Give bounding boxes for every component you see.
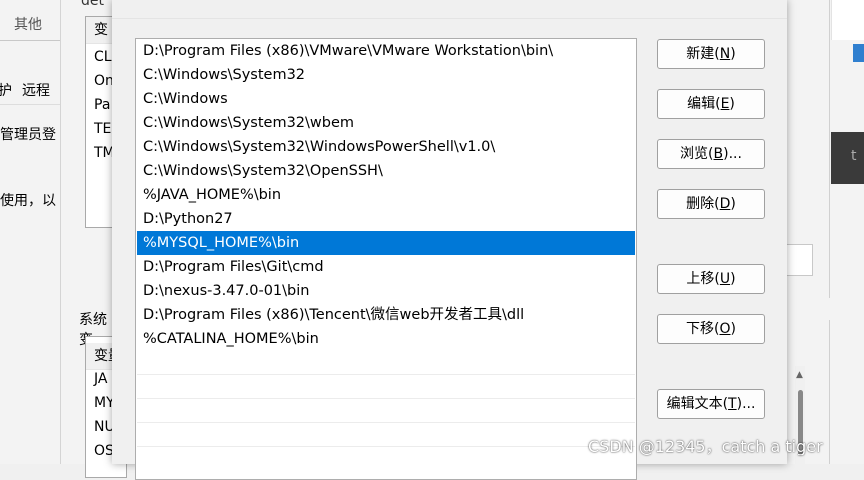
background-window-left: 其他 护 远程 管理员登 使用，以 bbox=[0, 0, 60, 464]
path-entry[interactable]: D:\Program Files\Git\cmd bbox=[137, 255, 635, 279]
user-var-row[interactable]: CL bbox=[94, 49, 112, 65]
dialog-top-band bbox=[112, 0, 787, 19]
path-entry[interactable]: D:\Python27 bbox=[137, 207, 635, 231]
move-up-button[interactable]: 上移(U) bbox=[657, 264, 765, 294]
path-list[interactable]: D:\Program Files (x86)\VMware\VMware Wor… bbox=[135, 38, 637, 480]
empty-row[interactable] bbox=[137, 423, 635, 447]
env-vars-window-fragment: det 变 CL On Pa TE TM 系统变 变量 JA MY NU OS bbox=[60, 0, 134, 478]
path-entry[interactable]: C:\Windows\System32\OpenSSH\ bbox=[137, 159, 635, 183]
move-down-button[interactable]: 下移(O) bbox=[657, 314, 765, 344]
delete-button[interactable]: 删除(D) bbox=[657, 189, 765, 219]
browse-button[interactable]: 浏览(B)... bbox=[657, 139, 765, 169]
path-entry[interactable]: C:\Windows\System32 bbox=[137, 63, 635, 87]
usage-text-fragment: 使用，以 bbox=[0, 193, 56, 209]
dark-panel-fragment: t bbox=[831, 132, 864, 184]
csdn-watermark: CSDN @12345，catch a tiger bbox=[588, 437, 823, 456]
path-entry[interactable]: C:\Windows\System32\wbem bbox=[137, 111, 635, 135]
system-var-row[interactable]: OS bbox=[94, 443, 114, 459]
user-var-row[interactable]: TE bbox=[94, 121, 111, 137]
edit-text-button[interactable]: 编辑文本(T)... bbox=[657, 389, 765, 419]
new-button[interactable]: 新建(N) bbox=[657, 39, 765, 69]
empty-row[interactable] bbox=[137, 399, 635, 423]
path-entry[interactable]: D:\nexus-3.47.0-01\bin bbox=[137, 279, 635, 303]
accent-strip bbox=[853, 44, 864, 62]
tab-divider bbox=[0, 104, 60, 105]
edit-button[interactable]: 编辑(E) bbox=[657, 89, 765, 119]
system-var-row[interactable]: JA bbox=[94, 371, 107, 387]
path-entry[interactable]: %MYSQL_HOME%\bin bbox=[137, 231, 635, 255]
admin-text-fragment: 管理员登 bbox=[0, 127, 56, 143]
background-window-right: t ▲ bbox=[787, 0, 864, 464]
path-entry[interactable]: C:\Windows bbox=[137, 87, 635, 111]
right-strip bbox=[831, 0, 864, 40]
button-fragment[interactable] bbox=[787, 244, 813, 276]
user-var-row[interactable]: Pa bbox=[94, 97, 110, 113]
empty-row[interactable] bbox=[137, 351, 635, 375]
edit-environment-variable-dialog: D:\Program Files (x86)\VMware\VMware Wor… bbox=[112, 0, 787, 480]
path-entry[interactable]: %CATALINA_HOME%\bin bbox=[137, 327, 635, 351]
user-var-row[interactable]: On bbox=[94, 73, 114, 89]
path-entry[interactable]: %JAVA_HOME%\bin bbox=[137, 183, 635, 207]
scroll-up-arrow-icon[interactable]: ▲ bbox=[796, 370, 803, 380]
tab-underline bbox=[0, 40, 60, 41]
path-entry[interactable]: D:\Program Files (x86)\VMware\VMware Wor… bbox=[137, 39, 635, 63]
path-entry[interactable]: D:\Program Files (x86)\Tencent\微信web开发者工… bbox=[137, 303, 635, 327]
tab-fragment-other: 其他 bbox=[14, 17, 42, 33]
tab-fragment-protect[interactable]: 护 bbox=[0, 80, 12, 100]
title-fragment: det bbox=[81, 0, 104, 9]
tab-fragment-remote[interactable]: 远程 bbox=[22, 80, 50, 100]
path-entry[interactable]: C:\Windows\System32\WindowsPowerShell\v1… bbox=[137, 135, 635, 159]
empty-row[interactable] bbox=[137, 375, 635, 399]
